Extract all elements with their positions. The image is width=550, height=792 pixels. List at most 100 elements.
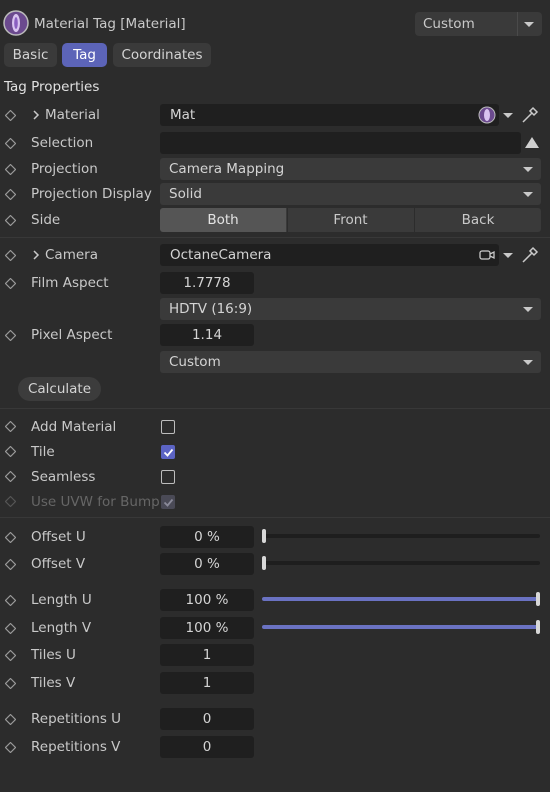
film-aspect-preset-dropdown[interactable]: HDTV (16:9) — [160, 298, 541, 320]
chevron-down-icon — [523, 360, 533, 365]
keyframe-icon[interactable] — [5, 742, 16, 753]
slider-fill — [262, 597, 540, 601]
tiles-u-input[interactable]: 1 — [160, 644, 254, 666]
material-label: Material — [45, 107, 100, 123]
caret-icon — [524, 22, 534, 27]
keyframe-icon[interactable] — [5, 189, 16, 200]
keyframe-icon[interactable] — [5, 110, 16, 121]
side-segmented-control: Both Front Back — [160, 208, 541, 232]
seamless-label: Seamless — [31, 469, 96, 485]
selection-field[interactable] — [160, 132, 521, 154]
repetitions-u-input[interactable]: 0 — [160, 708, 254, 730]
use-uvw-bump-checkbox — [161, 495, 175, 509]
eyedropper-icon[interactable] — [520, 105, 540, 125]
pixel-aspect-preset-value: Custom — [169, 354, 221, 370]
calculate-button[interactable]: Calculate — [18, 377, 101, 401]
camera-value: OctaneCamera — [170, 247, 272, 263]
material-menu-caret-icon[interactable] — [503, 113, 513, 118]
keyframe-icon[interactable] — [5, 421, 16, 432]
projection-display-dropdown[interactable]: Solid — [160, 183, 541, 205]
length-v-input[interactable]: 100 % — [160, 617, 254, 639]
tile-label: Tile — [31, 444, 55, 460]
repetitions-v-input[interactable]: 0 — [160, 736, 254, 758]
keyframe-icon[interactable] — [5, 678, 16, 689]
keyframe-icon[interactable] — [5, 215, 16, 226]
side-label: Side — [31, 212, 61, 228]
mode-dropdown-label: Custom — [423, 16, 475, 32]
pixel-aspect-preset-dropdown[interactable]: Custom — [160, 351, 541, 373]
pixel-aspect-label: Pixel Aspect — [31, 327, 113, 343]
keyframe-icon[interactable] — [5, 471, 16, 482]
side-option-both[interactable]: Both — [160, 208, 286, 232]
slider-handle[interactable] — [262, 529, 266, 543]
checkmark-icon — [163, 498, 174, 507]
use-uvw-bump-label: Use UVW for Bump — [31, 494, 160, 510]
pixel-aspect-input[interactable]: 1.14 — [160, 324, 254, 346]
keyframe-icon[interactable] — [5, 250, 16, 261]
eyedropper-icon[interactable] — [520, 245, 540, 265]
offset-v-label: Offset V — [31, 556, 86, 572]
repetitions-u-label: Repetitions U — [31, 711, 122, 727]
selection-label: Selection — [31, 135, 94, 151]
keyframe-icon[interactable] — [5, 164, 16, 175]
material-value: Mat — [170, 107, 196, 123]
chevron-down-icon — [523, 167, 533, 172]
offset-u-input[interactable]: 0 % — [160, 526, 254, 548]
slider-handle[interactable] — [536, 592, 540, 606]
tag-icon — [3, 10, 29, 36]
expand-chevron-icon[interactable] — [31, 109, 41, 121]
keyframe-icon[interactable] — [5, 623, 16, 634]
slider-handle[interactable] — [536, 620, 540, 634]
camera-link-field[interactable]: OctaneCamera — [160, 244, 499, 266]
length-v-label: Length V — [31, 620, 92, 636]
chevron-down-icon — [523, 307, 533, 312]
keyframe-icon[interactable] — [5, 138, 16, 149]
offset-u-slider[interactable] — [262, 529, 540, 543]
tab-basic[interactable]: Basic — [4, 43, 57, 67]
side-option-back[interactable]: Back — [414, 208, 541, 232]
keyframe-icon[interactable] — [5, 446, 16, 457]
keyframe-icon — [5, 496, 16, 507]
camera-menu-caret-icon[interactable] — [503, 253, 513, 258]
camera-object-icon — [478, 247, 496, 263]
keyframe-icon[interactable] — [5, 559, 16, 570]
tile-checkbox[interactable] — [161, 445, 175, 459]
offset-v-input[interactable]: 0 % — [160, 553, 254, 575]
film-aspect-preset-value: HDTV (16:9) — [169, 301, 253, 317]
keyframe-icon[interactable] — [5, 595, 16, 606]
material-link-field[interactable]: Mat — [160, 104, 499, 126]
keyframe-icon[interactable] — [5, 278, 16, 289]
mode-dropdown[interactable]: Custom — [415, 12, 542, 36]
chevron-down-icon — [517, 12, 518, 36]
checkmark-icon — [163, 448, 174, 457]
length-u-input[interactable]: 100 % — [160, 589, 254, 611]
side-option-front[interactable]: Front — [287, 208, 413, 232]
tiles-u-label: Tiles U — [31, 647, 76, 663]
chevron-down-icon — [523, 192, 533, 197]
keyframe-icon[interactable] — [5, 714, 16, 725]
divider — [0, 237, 550, 238]
selection-arrow-up-icon[interactable] — [525, 137, 539, 148]
projection-display-value: Solid — [169, 186, 202, 202]
offset-u-label: Offset U — [31, 529, 86, 545]
keyframe-icon[interactable] — [5, 330, 16, 341]
add-material-checkbox[interactable] — [161, 420, 175, 434]
camera-label: Camera — [45, 247, 98, 263]
tab-tag[interactable]: Tag — [62, 43, 107, 67]
expand-chevron-icon[interactable] — [31, 249, 41, 261]
length-u-slider[interactable] — [262, 592, 540, 606]
divider — [0, 408, 550, 409]
offset-v-slider[interactable] — [262, 556, 540, 570]
projection-dropdown[interactable]: Camera Mapping — [160, 158, 541, 180]
seamless-checkbox[interactable] — [161, 470, 175, 484]
projection-display-label: Projection Display — [31, 186, 152, 202]
film-aspect-input[interactable]: 1.7778 — [160, 272, 254, 294]
tiles-v-input[interactable]: 1 — [160, 672, 254, 694]
section-title: Tag Properties — [4, 79, 100, 95]
slider-handle[interactable] — [262, 556, 266, 570]
tab-coordinates[interactable]: Coordinates — [113, 43, 211, 67]
length-v-slider[interactable] — [262, 620, 540, 634]
keyframe-icon[interactable] — [5, 532, 16, 543]
projection-label: Projection — [31, 161, 98, 177]
keyframe-icon[interactable] — [5, 650, 16, 661]
